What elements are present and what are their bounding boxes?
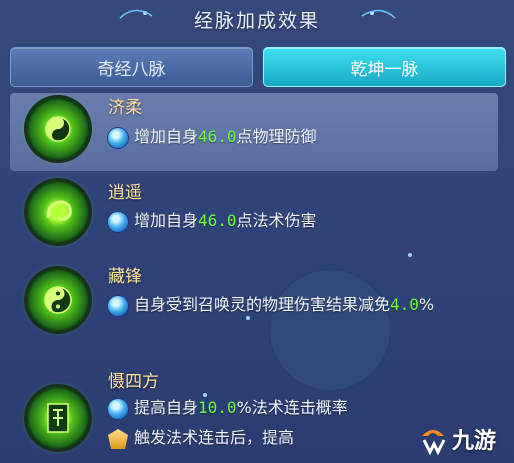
watermark-text: 九游 [452,429,497,454]
skill-name: 逍遥 [108,183,142,203]
skill-effect: 触发法术连击后，提高 [108,427,294,449]
blue-orb-icon [108,399,128,419]
skill-effect: 提高自身10.0%法术连击概率 [108,397,348,419]
effect-text: 自身受到召唤灵的物理伤害结果减免 [134,295,391,314]
effect-text: %法术连击概率 [236,398,348,417]
tab-label: 乾坤一脉 [350,59,419,80]
effect-value: 46.0 [198,211,237,230]
skill-effect: 自身受到召唤灵的物理伤害结果减免4.0% [108,294,484,316]
skill-effect: 增加自身46.0点法术伤害 [108,210,317,232]
effect-text: % [418,295,435,314]
blue-orb-icon [108,296,128,316]
effect-text: 点物理防御 [236,127,317,146]
gold-gem-icon [108,429,128,449]
tab-qijingbamai[interactable]: 奇经八脉 [10,47,253,87]
watermark: 九游 [416,418,512,460]
title-bar: 经脉加成效果 [0,0,514,40]
effect-text: 增加自身 [134,127,199,146]
yinyang-icon [26,268,90,332]
swirl-icon [26,180,90,244]
effect-text: 点法术伤害 [236,211,317,230]
blue-orb-icon [108,128,128,148]
effect-text: 触发法术连击后，提高 [134,428,295,447]
skill-effect: 增加自身46.0点物理防御 [108,126,317,148]
effect-value: 4.0 [390,295,419,314]
panel-title: 经脉加成效果 [193,10,320,32]
effect-text: 提高自身 [134,398,199,417]
effect-text: 增加自身 [134,211,199,230]
tab-label: 奇经八脉 [97,59,166,80]
rune-icon [26,386,90,450]
blue-orb-icon [108,212,128,232]
skill-name: 慑四方 [108,372,159,392]
meridian-bonus-panel: 经脉加成效果 奇经八脉 乾坤一脉 济柔 增加自身46.0点物理防御 逍遥 增加自… [0,0,514,463]
nineyou-logo-icon [422,430,446,456]
tab-qiankunyimai[interactable]: 乾坤一脉 [263,47,506,87]
effect-value: 46.0 [198,127,237,146]
skill-name: 藏锋 [108,267,142,287]
bagua-icon [26,97,90,161]
skill-name: 济柔 [108,98,142,118]
effect-value: 10.0 [198,398,237,417]
